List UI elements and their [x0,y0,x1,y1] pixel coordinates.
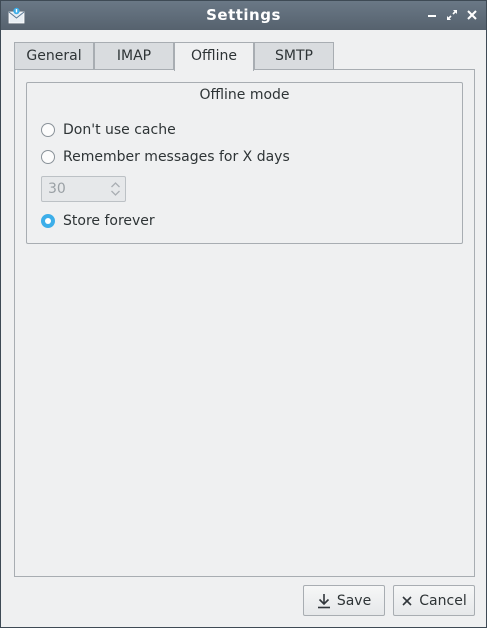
window-title: Settings [206,6,281,24]
cancel-button[interactable]: Cancel [393,585,475,616]
offline-tab-panel: Offline mode Don't use cache Remember me… [14,69,475,577]
maximize-icon [447,10,457,20]
close-icon [402,595,412,606]
cancel-label: Cancel [419,592,467,609]
spin-arrows-icon[interactable] [110,180,121,198]
save-button[interactable]: Save [303,585,385,616]
radio-dont-use-cache[interactable] [41,123,55,137]
close-icon [467,10,477,20]
tab-smtp[interactable]: SMTP [254,42,334,69]
maximize-button[interactable] [444,7,460,23]
group-title: Offline mode [199,87,290,103]
option-dont-use-cache[interactable]: Don't use cache [41,120,176,140]
radio-remember-days[interactable] [41,150,55,164]
option-label: Don't use cache [63,122,176,138]
tab-offline[interactable]: Offline [174,42,254,71]
days-value: 30 [48,181,66,197]
radio-store-forever[interactable] [41,214,55,228]
tab-imap[interactable]: IMAP [94,42,174,69]
settings-window: Settings General IMAP Offline SMTP Offli… [0,0,487,628]
tab-general[interactable]: General [14,42,94,69]
download-icon [317,593,330,608]
minimize-button[interactable] [424,7,440,23]
option-label: Store forever [63,213,155,229]
option-label: Remember messages for X days [63,149,290,165]
save-label: Save [336,592,372,609]
option-store-forever[interactable]: Store forever [41,211,155,231]
option-remember-days[interactable]: Remember messages for X days [41,147,290,167]
days-spinbox[interactable]: 30 [41,176,126,202]
close-button[interactable] [464,7,480,23]
minimize-icon [428,15,436,17]
offline-mode-group: Offline mode Don't use cache Remember me… [26,82,463,244]
title-bar[interactable]: Settings [1,1,486,30]
